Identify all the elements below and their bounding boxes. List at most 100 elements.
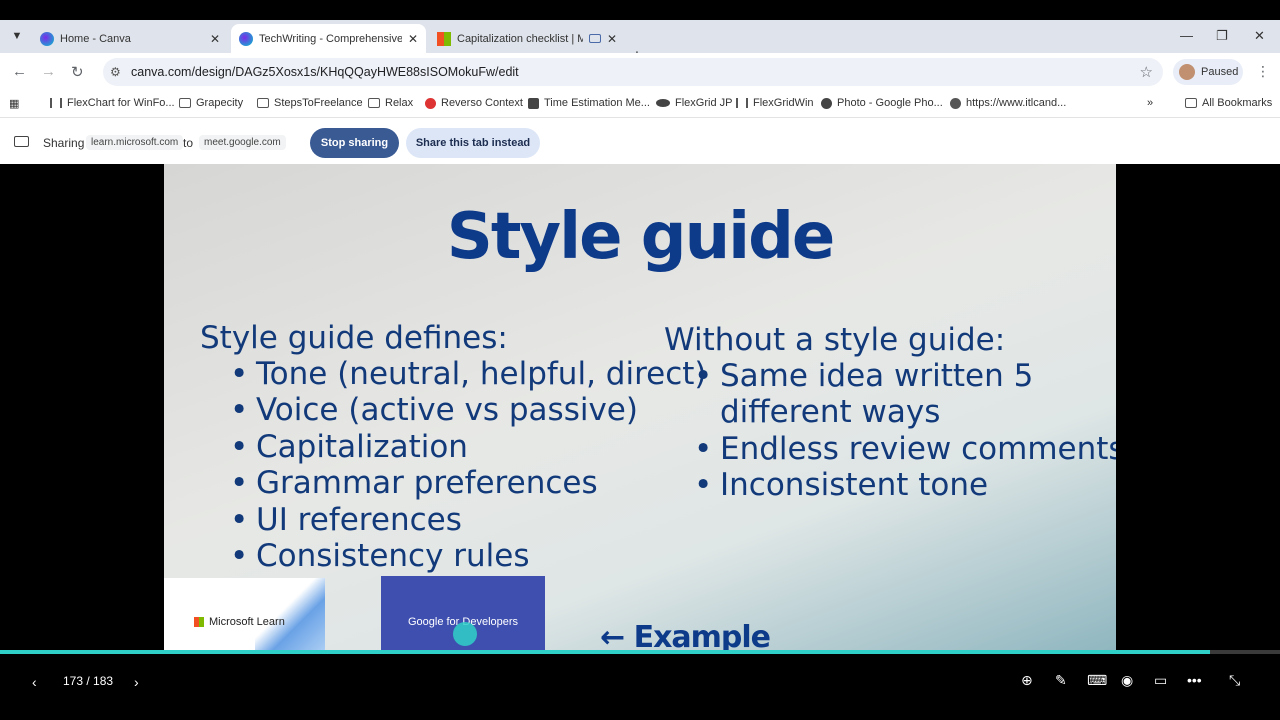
bookmark-star-icon[interactable]: ☆: [1140, 63, 1153, 81]
tab-title: TechWriting - ComprehensiveFo: [259, 32, 402, 45]
microsoft-learn-thumbnail: Microsoft Learn: [164, 578, 325, 652]
close-icon[interactable]: ✕: [210, 32, 220, 46]
bookmark-reverso[interactable]: Reverso Context: [425, 97, 523, 109]
bookmark-label: Photo - Google Pho...: [837, 97, 943, 109]
tab-title: Capitalization checklist | Mi: [457, 32, 583, 45]
list-item: Consistency rules: [200, 538, 707, 575]
tab-capitalization-checklist[interactable]: Capitalization checklist | Mi ✕: [429, 24, 625, 53]
list-item-continuation: different ways: [720, 394, 941, 431]
flexgridwin-icon: [736, 98, 748, 108]
list-item: Capitalization: [200, 429, 707, 466]
canva-icon: [40, 31, 54, 46]
sharing-target-chip: meet.google.com: [199, 135, 286, 150]
url-text[interactable]: canva.com/design/DAGz5Xosx1s/KHqQQayHWE8…: [131, 65, 519, 79]
folder-icon: [257, 98, 269, 108]
bookmark-grapecity[interactable]: Grapecity: [179, 97, 243, 109]
bookmark-label: Grapecity: [196, 97, 244, 109]
all-bookmarks[interactable]: All Bookmarks: [1185, 97, 1272, 109]
bookmark-label: FlexGridWin: [753, 97, 814, 109]
list-item: Endless review comments: [664, 431, 1116, 468]
thumb-label: Microsoft Learn: [209, 616, 285, 628]
stop-sharing-button[interactable]: Stop sharing: [310, 128, 399, 158]
slide: Style guide Style guide defines: Tone (n…: [164, 164, 1116, 652]
left-heading: Style guide defines:: [200, 320, 508, 356]
bookmark-stepstofreelance[interactable]: StepsToFreelance: [257, 97, 363, 109]
canva-icon: [239, 31, 253, 46]
bookmark-label: StepsToFreelance: [274, 97, 363, 109]
reverso-icon: [425, 97, 436, 109]
bookmark-itlcand[interactable]: https://www.itlcand...: [950, 97, 1066, 109]
bookmark-relax[interactable]: Relax: [368, 97, 413, 109]
folder-icon: [1185, 98, 1197, 108]
tab-search-chevron-icon[interactable]: ▼: [6, 25, 28, 47]
broadcast-icon[interactable]: ◉: [1121, 672, 1133, 689]
slide-counter: 173 / 183: [63, 674, 114, 688]
bookmark-google-photos[interactable]: Photo - Google Pho...: [821, 97, 943, 109]
close-icon[interactable]: ✕: [408, 32, 418, 46]
minimize-icon[interactable]: —: [1180, 28, 1193, 43]
exit-fullscreen-icon[interactable]: ⤡: [1229, 672, 1240, 689]
presenter-view-icon[interactable]: ▭: [1154, 672, 1167, 689]
draw-pen-icon[interactable]: ✎: [1055, 672, 1067, 689]
presenter-controls: ‹ 173 / 183 › ⊕ ✎ ⌨ ◉ ▭ ••• ⤡: [0, 654, 1280, 720]
zoom-in-icon[interactable]: ⊕: [1021, 672, 1033, 689]
right-heading: Without a style guide:: [664, 322, 1006, 358]
profile-status: Paused: [1201, 66, 1239, 78]
list-item: Voice (active vs passive): [200, 392, 707, 429]
sharing-source-chip: learn.microsoft.com: [86, 135, 184, 150]
close-icon[interactable]: ✕: [607, 32, 617, 46]
bookmarks-bar: ▦ FlexChart for WinFo... Grapecity Steps…: [0, 91, 1280, 117]
apps-grid-icon[interactable]: ▦: [9, 97, 19, 110]
microsoft-icon: [194, 617, 204, 627]
more-bookmarks-icon[interactable]: »: [1147, 97, 1153, 109]
bookmark-flexgrid-jp[interactable]: FlexGrid JP: [656, 97, 732, 109]
forward-arrow-icon[interactable]: →: [41, 63, 56, 80]
slide-title: Style guide: [446, 200, 836, 274]
keyboard-icon[interactable]: ⌨: [1087, 672, 1107, 689]
browser-menu-icon[interactable]: ⋮: [1256, 63, 1270, 80]
more-options-icon[interactable]: •••: [1187, 672, 1202, 688]
screen-share-icon: [14, 136, 29, 147]
list-item: Inconsistent tone: [664, 467, 1116, 504]
list-item: Tone (neutral, helpful, direct): [200, 356, 707, 393]
close-window-icon[interactable]: ✕: [1254, 28, 1265, 44]
bookmark-label: All Bookmarks: [1202, 97, 1273, 109]
bookmark-label: Reverso Context: [441, 97, 523, 109]
list-item: Same idea written 5: [664, 358, 1116, 395]
flexchart-icon: [50, 98, 62, 108]
globe-icon: [821, 97, 832, 109]
site-icon: [950, 97, 961, 109]
restore-icon[interactable]: ❐: [1216, 28, 1228, 44]
list-item: UI references: [200, 502, 707, 539]
bookmark-time-estimation[interactable]: Time Estimation Me...: [528, 97, 650, 109]
profile-button[interactable]: Paused: [1173, 59, 1243, 85]
tab-title: Home - Canva: [60, 32, 131, 45]
flexgrid-icon: [656, 99, 670, 107]
time-estimation-icon: [528, 97, 539, 109]
cast-icon: [588, 34, 601, 43]
folder-icon: [179, 98, 191, 108]
bookmark-flexgridwin[interactable]: FlexGridWin: [736, 97, 814, 109]
right-bullet-list: Same idea written 5 different ways Endle…: [664, 358, 1116, 504]
tab-techwriting[interactable]: TechWriting - ComprehensiveFo ✕: [231, 24, 426, 53]
back-arrow-icon[interactable]: ←: [12, 63, 27, 80]
share-this-tab-button[interactable]: Share this tab instead: [406, 128, 540, 158]
tab-home-canva[interactable]: Home - Canva ✕: [32, 24, 228, 53]
address-bar[interactable]: ⚙ canva.com/design/DAGz5Xosx1s/KHqQQayHW…: [103, 58, 1163, 86]
bookmark-label: Relax: [385, 97, 414, 109]
bookmark-label: Time Estimation Me...: [544, 97, 650, 109]
previous-slide-icon[interactable]: ‹: [32, 674, 37, 690]
site-info-icon[interactable]: ⚙: [110, 65, 121, 79]
reload-icon[interactable]: ↻: [71, 63, 84, 81]
sharing-to-label: to: [183, 136, 194, 150]
bookmark-label: https://www.itlcand...: [966, 97, 1067, 109]
next-slide-icon[interactable]: ›: [134, 674, 139, 690]
microsoft-icon: [437, 31, 451, 46]
bookmark-label: FlexGrid JP: [675, 97, 733, 109]
right-column: Without a style guide: Same idea written…: [664, 322, 1116, 504]
google-developers-thumbnail: Google for Developers: [381, 576, 545, 652]
browser-toolbar: ← → ↻ ⚙ canva.com/design/DAGz5Xosx1s/KHq…: [0, 53, 1280, 91]
example-label: ← Example: [600, 620, 771, 652]
cursor-highlight: [453, 622, 477, 646]
bookmark-flexchart[interactable]: FlexChart for WinFo...: [50, 97, 175, 109]
